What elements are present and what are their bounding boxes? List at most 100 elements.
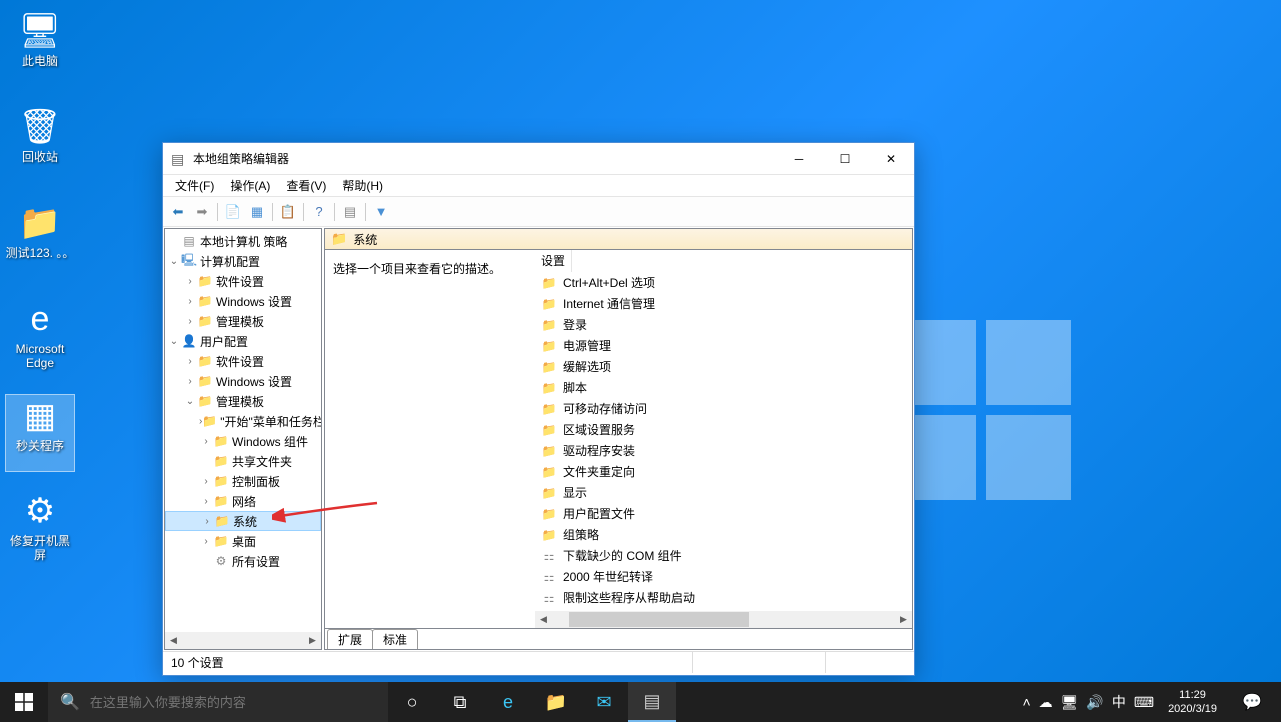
tray-ime-indicator[interactable]: 中 — [1112, 692, 1126, 712]
tree-node[interactable]: ⌄👤用户配置 — [165, 331, 321, 351]
tray-volume-icon[interactable]: 🔊 — [1086, 694, 1103, 711]
back-button[interactable]: ⬅ — [167, 201, 189, 223]
list-item[interactable]: ⚏2000 年世纪转译 — [535, 566, 912, 587]
minimize-button[interactable]: ─ — [776, 143, 822, 175]
tree-node[interactable]: ⌄📁管理模板 — [165, 391, 321, 411]
scroll-left-button[interactable]: ◀ — [165, 632, 182, 649]
tree-node[interactable]: ›📁软件设置 — [165, 351, 321, 371]
tree-twist-icon[interactable]: › — [199, 556, 213, 567]
tree-twist-icon[interactable]: › — [167, 236, 181, 247]
tree-node[interactable]: ›📁Windows 设置 — [165, 291, 321, 311]
list-item[interactable]: ⚏限制这些程序从帮助启动 — [535, 587, 912, 608]
list-item[interactable]: 📁用户配置文件 — [535, 503, 912, 524]
titlebar[interactable]: ▤ 本地组策略编辑器 ─ ☐ ✕ — [163, 143, 914, 175]
close-button[interactable]: ✕ — [868, 143, 914, 175]
list-item[interactable]: 📁区域设置服务 — [535, 419, 912, 440]
tree-node[interactable]: ⌄🖳计算机配置 — [165, 251, 321, 271]
tree-twist-icon[interactable]: › — [183, 356, 197, 367]
tree-twist-icon[interactable]: › — [183, 316, 197, 327]
taskbar-explorer[interactable]: 📁 — [532, 682, 580, 722]
tree-twist-icon[interactable]: › — [199, 536, 213, 547]
taskbar-edge[interactable]: e — [484, 682, 532, 722]
desktop-icon-recycle-bin[interactable]: 🗑回收站 — [5, 106, 75, 184]
properties-button[interactable]: ▤ — [339, 201, 361, 223]
tray-keyboard-icon[interactable]: ⌨ — [1134, 694, 1154, 711]
forward-button[interactable]: ➡ — [191, 201, 213, 223]
taskbar-mail[interactable]: ✉ — [580, 682, 628, 722]
menubar: 文件(F)操作(A)查看(V)帮助(H) — [163, 175, 914, 197]
menu-item[interactable]: 操作(A) — [222, 175, 278, 196]
tree-node[interactable]: ›▤本地计算机 策略 — [165, 231, 321, 251]
menu-item[interactable]: 文件(F) — [167, 175, 222, 196]
tree-twist-icon[interactable]: ⌄ — [167, 256, 181, 267]
tree-node[interactable]: ›📁Windows 组件 — [165, 431, 321, 451]
search-input[interactable] — [90, 695, 376, 710]
tree-horizontal-scrollbar[interactable]: ◀ ▶ — [165, 632, 321, 649]
desktop-icon-test-folder[interactable]: 📁测试123. 。。 — [5, 202, 75, 280]
folder-icon: 📁 — [197, 353, 213, 369]
tree-twist-icon[interactable]: ⌄ — [183, 396, 197, 407]
tree-node[interactable]: ›📁软件设置 — [165, 271, 321, 291]
tree-node[interactable]: ›📁Windows 设置 — [165, 371, 321, 391]
tray-network-icon[interactable]: 🖥 — [1061, 694, 1079, 711]
list-item[interactable]: 📁缓解选项 — [535, 356, 912, 377]
tree-node[interactable]: ›📁桌面 — [165, 531, 321, 551]
menu-item[interactable]: 帮助(H) — [334, 175, 391, 196]
list-horizontal-scrollbar[interactable]: ◀ ▶ — [535, 611, 912, 628]
up-button[interactable]: 📄 — [222, 201, 244, 223]
tree-twist-icon[interactable]: ⌄ — [167, 336, 181, 347]
desktop-icon-this-pc[interactable]: 🖥此电脑 — [5, 10, 75, 88]
maximize-button[interactable]: ☐ — [822, 143, 868, 175]
tree-twist-icon[interactable]: › — [199, 436, 213, 447]
tree-node-label: Windows 设置 — [216, 373, 292, 390]
list-item[interactable]: 📁驱动程序安装 — [535, 440, 912, 461]
list-item[interactable]: ⚏下载缺少的 COM 组件 — [535, 545, 912, 566]
tree-twist-icon[interactable]: › — [199, 476, 213, 487]
export-button[interactable]: 📋 — [277, 201, 299, 223]
list-item[interactable]: 📁Ctrl+Alt+Del 选项 — [535, 272, 912, 293]
start-button[interactable] — [0, 682, 48, 722]
tray-onedrive-icon[interactable]: ☁ — [1039, 694, 1053, 711]
tree-node[interactable]: ›📁系统 — [165, 511, 321, 531]
scroll-right-button[interactable]: ▶ — [304, 632, 321, 649]
list-item[interactable]: 📁可移动存储访问 — [535, 398, 912, 419]
tree-twist-icon[interactable]: › — [199, 456, 213, 467]
tree-node[interactable]: ›📁共享文件夹 — [165, 451, 321, 471]
task-view-button[interactable]: ⧉ — [436, 682, 484, 722]
tree-node[interactable]: ›📁"开始"菜单和任务栏 — [165, 411, 321, 431]
list-item[interactable]: 📁组策略 — [535, 524, 912, 545]
taskbar-search[interactable]: 🔍 — [48, 682, 388, 722]
tree-node[interactable]: ›📁管理模板 — [165, 311, 321, 331]
help-button[interactable]: ? — [308, 201, 330, 223]
tray-chevron-icon[interactable]: ˄ — [1022, 694, 1030, 710]
show-hide-tree-button[interactable]: ▦ — [246, 201, 268, 223]
tree-node[interactable]: ›📁网络 — [165, 491, 321, 511]
tray-clock[interactable]: 11:29 2020/3/19 — [1162, 688, 1223, 716]
tab-standard[interactable]: 标准 — [372, 629, 418, 649]
tree-twist-icon[interactable]: › — [199, 496, 213, 507]
list-item[interactable]: 📁登录 — [535, 314, 912, 335]
menu-item[interactable]: 查看(V) — [278, 175, 334, 196]
list-item[interactable]: 📁Internet 通信管理 — [535, 293, 912, 314]
taskbar-gpedit[interactable]: ▤ — [628, 682, 676, 722]
tab-extended[interactable]: 扩展 — [327, 629, 373, 649]
tree-twist-icon[interactable]: › — [183, 376, 197, 387]
tree-twist-icon[interactable]: › — [183, 296, 197, 307]
cortana-button[interactable]: ○ — [388, 682, 436, 722]
desktop-icon-edge[interactable]: eMicrosoft Edge — [5, 298, 75, 376]
desktop-icon-repair-app[interactable]: ⚙修复开机黑屏 — [5, 490, 75, 568]
desktop-icon-shutdown-app[interactable]: ▦秒关程序 — [5, 394, 75, 472]
tree-node[interactable]: ›⚙所有设置 — [165, 551, 321, 571]
tree-twist-icon[interactable]: › — [200, 516, 214, 527]
scroll-right-button[interactable]: ▶ — [895, 611, 912, 628]
list-item[interactable]: 📁电源管理 — [535, 335, 912, 356]
list-item[interactable]: 📁显示 — [535, 482, 912, 503]
scroll-left-button[interactable]: ◀ — [535, 611, 552, 628]
tree-twist-icon[interactable]: › — [183, 276, 197, 287]
list-item[interactable]: 📁文件夹重定向 — [535, 461, 912, 482]
list-item[interactable]: 📁脚本 — [535, 377, 912, 398]
settings-column-header[interactable]: 设置 — [535, 250, 572, 272]
action-center-button[interactable]: 💬 — [1231, 682, 1273, 722]
filter-button[interactable]: ▼ — [370, 201, 392, 223]
tree-node[interactable]: ›📁控制面板 — [165, 471, 321, 491]
